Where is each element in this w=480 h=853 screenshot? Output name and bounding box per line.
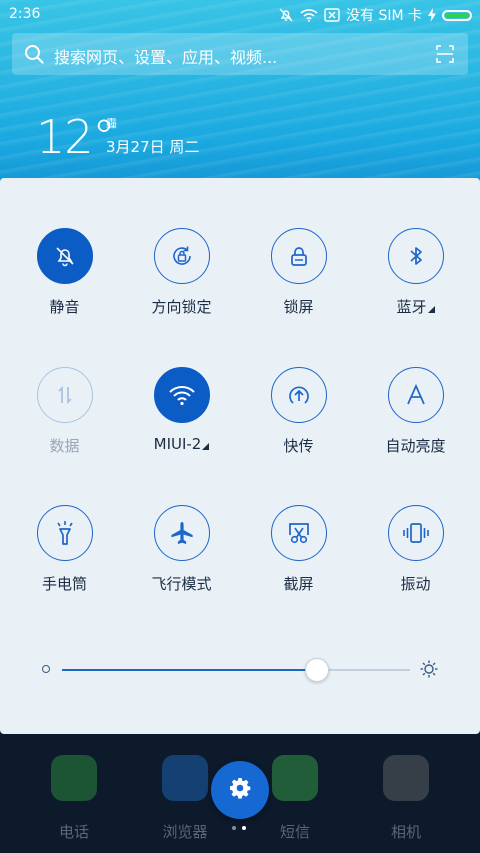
tile-label: 飞行模式 <box>151 575 212 593</box>
search-icon <box>24 44 44 68</box>
status-bar: 2:36 没有 SIM 卡 <box>0 0 480 28</box>
rotation-lock-icon[interactable] <box>153 228 210 284</box>
status-time: 2:36 <box>9 6 41 22</box>
brightness-low-icon <box>42 665 50 673</box>
tile-airplane-mode[interactable]: 飞行模式 <box>123 505 240 594</box>
tile-label: 手电筒 <box>41 575 87 593</box>
dock-app-phone[interactable]: 电话 <box>34 755 114 842</box>
charging-icon <box>428 8 436 22</box>
wifi-icon[interactable] <box>153 367 210 423</box>
tile-label: MIUI-2 <box>123 435 240 453</box>
temperature: 12° <box>36 110 116 164</box>
tile-mobile-data[interactable]: 数据 <box>6 367 123 456</box>
carrier-text: 没有 SIM 卡 <box>346 8 422 24</box>
app-label: 短信 <box>279 823 310 841</box>
lock-icon[interactable] <box>270 228 327 284</box>
tile-vibrate[interactable]: 振动 <box>357 505 474 594</box>
brightness-slider[interactable] <box>62 658 410 682</box>
browser-icon <box>162 755 208 801</box>
tile-label: 蓝牙 <box>357 296 474 317</box>
page-dot-active <box>242 826 246 830</box>
tile-bluetooth[interactable]: 蓝牙 <box>357 228 474 317</box>
vibrate-icon[interactable] <box>387 505 444 561</box>
tile-label: 自动亮度 <box>385 437 446 455</box>
quick-transfer-icon[interactable] <box>270 367 327 423</box>
brightness-thumb[interactable] <box>305 658 330 682</box>
search-input[interactable]: 搜索网页、设置、应用、视频... <box>54 44 277 68</box>
dock-app-camera[interactable]: 相机 <box>366 755 446 842</box>
date-text: 3月27日 周二 <box>106 138 200 156</box>
airplane-icon[interactable] <box>153 505 210 561</box>
tile-rotation-lock[interactable]: 方向锁定 <box>123 228 240 317</box>
brightness-fill <box>62 669 317 671</box>
settings-button[interactable] <box>211 761 269 819</box>
gear-icon <box>228 776 252 804</box>
menu-indicator-icon <box>427 306 435 313</box>
tile-label: 静音 <box>49 298 80 316</box>
tile-wifi[interactable]: MIUI-2 <box>123 367 240 453</box>
scan-icon[interactable] <box>436 45 454 67</box>
camera-icon <box>383 755 429 801</box>
wifi-status-icon <box>300 8 318 22</box>
mobile-data-icon[interactable] <box>36 367 93 423</box>
wallpaper <box>0 0 480 200</box>
search-bar[interactable]: 搜索网页、设置、应用、视频... <box>12 33 468 75</box>
app-label: 电话 <box>58 823 89 841</box>
bluetooth-icon[interactable] <box>387 228 444 284</box>
tile-label: 快传 <box>283 437 314 455</box>
page-dot <box>232 826 236 830</box>
battery-icon <box>442 9 472 21</box>
tile-lock-screen[interactable]: 锁屏 <box>240 228 357 317</box>
auto-brightness-icon[interactable] <box>387 367 444 423</box>
status-icons: 没有 SIM 卡 <box>278 5 472 25</box>
tile-screenshot[interactable]: 截屏 <box>240 505 357 594</box>
tile-mute[interactable]: 静音 <box>6 228 123 317</box>
tile-flashlight[interactable]: 手电筒 <box>6 505 123 594</box>
mute-status-icon <box>278 7 294 23</box>
phone-icon <box>51 755 97 801</box>
tile-label: 锁屏 <box>283 298 314 316</box>
page-indicator <box>232 826 246 830</box>
app-label: 相机 <box>390 823 421 841</box>
tile-label: 方向锁定 <box>151 298 212 316</box>
screenshot-icon[interactable] <box>270 505 327 561</box>
flashlight-icon[interactable] <box>36 505 93 561</box>
tile-label-text: 蓝牙 <box>396 298 427 316</box>
tile-label: 数据 <box>49 437 80 455</box>
tile-quick-transfer[interactable]: 快传 <box>240 367 357 456</box>
menu-indicator-icon <box>202 443 210 450</box>
tile-label: 振动 <box>400 575 431 593</box>
tile-label: 截屏 <box>283 575 314 593</box>
messages-icon <box>272 755 318 801</box>
sim-status-icon <box>324 8 340 22</box>
brightness-high-icon <box>420 660 438 682</box>
app-label: 浏览器 <box>162 823 208 841</box>
tile-label-text: MIUI-2 <box>153 435 202 453</box>
weather-condition: 霾 <box>106 117 117 130</box>
bell-off-icon[interactable] <box>36 228 93 284</box>
quick-settings-panel: 静音 方向锁定 锁屏 蓝牙 数据 MIUI-2 快传 自动亮度 手电筒 飞行模式… <box>0 178 480 734</box>
tile-auto-brightness[interactable]: 自动亮度 <box>357 367 474 456</box>
